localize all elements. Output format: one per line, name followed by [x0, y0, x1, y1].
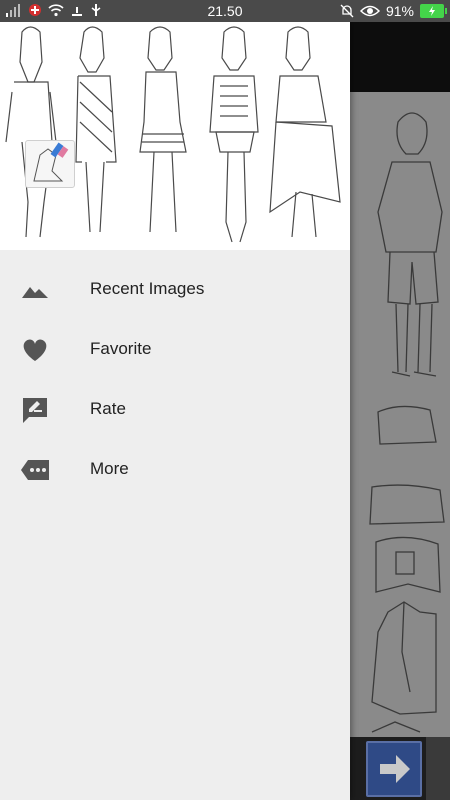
eye-icon — [359, 5, 380, 17]
battery-percent: 91% — [385, 3, 414, 19]
menu-item-favorite[interactable]: Favorite — [0, 320, 350, 380]
battery-icon — [420, 4, 447, 18]
navigation-drawer: Recent Images Favorite Rate More — [0, 22, 350, 800]
menu-item-recent-images[interactable]: Recent Images — [0, 260, 350, 320]
mute-bell-icon — [340, 4, 354, 18]
heart-icon — [23, 339, 47, 361]
menu-item-label: Recent Images — [90, 279, 205, 298]
status-icons-right: 91% — [340, 3, 447, 19]
menu-item-label: Favorite — [90, 339, 152, 358]
status-bar: 21.50 91% — [0, 0, 450, 22]
menu-item-label: More — [90, 459, 129, 478]
menu-item-more[interactable]: More — [0, 440, 350, 500]
more-chat-icon — [21, 460, 49, 480]
next-arrow-button[interactable] — [366, 741, 422, 797]
menu-item-label: Rate — [90, 399, 126, 418]
rate-review-icon — [23, 398, 47, 423]
app-logo-thumbnail — [25, 140, 75, 188]
landscape-icon — [22, 287, 48, 298]
drawer-header — [0, 22, 350, 250]
fashion-sketch-header-image — [5, 26, 341, 243]
drawer-menu: Recent Images Favorite Rate More — [0, 260, 350, 500]
menu-item-rate[interactable]: Rate — [0, 380, 350, 440]
arrow-right-icon — [380, 755, 410, 783]
bottom-right-strip — [426, 737, 450, 800]
